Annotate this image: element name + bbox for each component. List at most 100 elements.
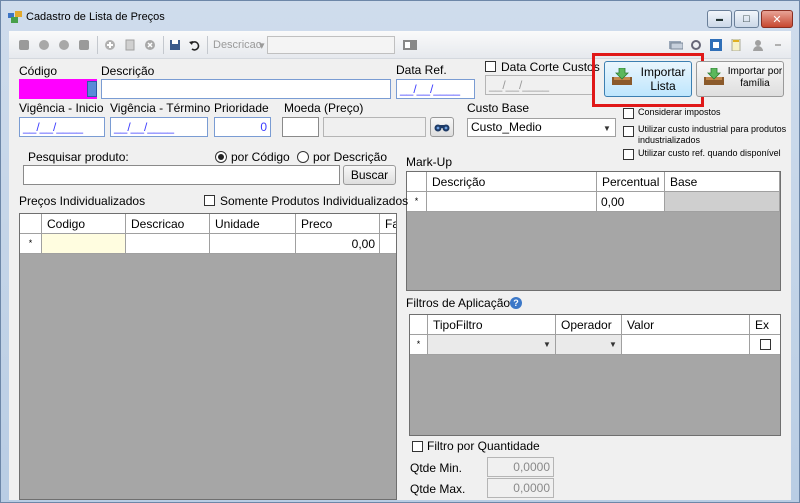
edit-icon[interactable] (123, 38, 137, 52)
search-by-codigo-label: por Código (231, 150, 290, 164)
card-icon[interactable] (669, 38, 683, 52)
row-header-corner (410, 315, 428, 335)
next-icon[interactable] (57, 38, 71, 52)
markup-col-base[interactable]: Base (665, 172, 780, 192)
chevron-down-icon: ▼ (609, 339, 617, 349)
cancel-icon[interactable] (143, 38, 157, 52)
filtros-tipofiltro-combo[interactable]: ▼ (428, 335, 556, 355)
row-header-corner (407, 172, 427, 192)
precos-cell-unidade[interactable] (210, 234, 296, 254)
importar-familia-label: Importar por família (727, 66, 783, 89)
importar-familia-button[interactable]: Importar por família (696, 61, 784, 97)
precos-cell-fa[interactable] (380, 234, 396, 254)
markup-title: Mark-Up (406, 155, 453, 169)
markup-col-percentual[interactable]: Percentual (597, 172, 665, 192)
precos-cell-descricao[interactable] (126, 234, 210, 254)
moeda-code-input[interactable] (282, 117, 319, 137)
precos-col-preco[interactable]: Preco (296, 214, 380, 234)
filtros-ex-checkbox[interactable] (760, 339, 771, 350)
user-icon[interactable] (751, 38, 765, 52)
first-icon[interactable] (17, 38, 31, 52)
toolbar-search-input[interactable] (267, 36, 395, 54)
save-icon[interactable] (168, 38, 182, 52)
moeda-search-button[interactable] (430, 117, 454, 137)
precos-cell-preco[interactable]: 0,00 (296, 234, 380, 254)
importar-lista-button[interactable]: Importar Lista (604, 61, 692, 97)
vigencia-inicio-input[interactable]: __/__/____ (19, 117, 105, 137)
markup-cell-percentual[interactable]: 0,00 (597, 192, 665, 212)
vigencia-termino-input[interactable]: __/__/____ (110, 117, 208, 137)
markup-cell-base[interactable] (665, 192, 780, 212)
undo-icon[interactable] (187, 38, 201, 52)
precos-grid-header: Codigo Descricao Unidade Preco Fa (20, 214, 396, 234)
import-icon (704, 68, 724, 85)
precos-col-fa[interactable]: Fa (380, 214, 396, 234)
close-button[interactable]: ✕ (761, 10, 793, 28)
filtros-cell-ex[interactable] (750, 335, 780, 355)
app-window: Cadastro de Lista de Preços ▬ □ ✕ Descri… (0, 0, 800, 503)
custo-industrial-checkbox[interactable] (623, 126, 634, 137)
new-row-marker: * (20, 234, 42, 254)
filtros-new-row[interactable]: * ▼ ▼ (410, 335, 780, 355)
refresh-icon[interactable] (709, 38, 723, 52)
row-header-corner (20, 214, 42, 234)
buscar-button[interactable]: Buscar (343, 165, 396, 185)
markup-cell-descricao[interactable] (427, 192, 597, 212)
descricao-input[interactable] (101, 79, 391, 99)
filtro-quantidade-checkbox[interactable] (412, 441, 423, 452)
help-icon[interactable]: ? (510, 297, 522, 309)
search-field-label: Descricao (213, 39, 262, 51)
toolbar-separator (97, 36, 98, 54)
filtros-operador-combo[interactable]: ▼ (556, 335, 622, 355)
toolbar-separator (207, 36, 208, 54)
precos-col-unidade[interactable]: Unidade (210, 214, 296, 234)
vigencia-inicio-label: Vigência - Inicio (19, 101, 104, 115)
custo-ref-checkbox[interactable] (623, 149, 634, 160)
precos-col-codigo[interactable]: Codigo (42, 214, 126, 234)
pesquisar-produto-input[interactable] (23, 165, 340, 185)
codigo-lookup-button[interactable] (87, 81, 97, 97)
considerar-impostos-checkbox[interactable] (623, 108, 634, 119)
data-ref-label: Data Ref. (396, 63, 447, 77)
qtde-min-input[interactable]: 0,0000 (487, 457, 554, 477)
filtros-grid: TipoFiltro Operador Valor Ex * ▼ ▼ (409, 314, 781, 436)
precos-new-row[interactable]: * 0,00 (20, 234, 396, 254)
filtros-cell-valor[interactable] (622, 335, 750, 355)
report-icon[interactable] (729, 38, 743, 52)
filtros-col-ex[interactable]: Ex (750, 315, 780, 335)
codigo-input[interactable] (19, 79, 97, 99)
considerar-impostos-label: Considerar impostos (638, 107, 721, 117)
filtros-col-operador[interactable]: Operador (556, 315, 622, 335)
filtros-col-tipofiltro[interactable]: TipoFiltro (428, 315, 556, 335)
new-row-marker: * (410, 335, 428, 355)
maximize-button[interactable]: □ (734, 10, 759, 28)
filtros-col-valor[interactable]: Valor (622, 315, 750, 335)
filtros-grid-header: TipoFiltro Operador Valor Ex (410, 315, 780, 335)
data-corte-input[interactable]: __/__/____ (485, 75, 595, 95)
add-icon[interactable] (103, 38, 117, 52)
prev-icon[interactable] (37, 38, 51, 52)
precos-col-descricao[interactable]: Descricao (126, 214, 210, 234)
filter-icon[interactable] (403, 38, 417, 52)
data-corte-label: Data Corte Custos (501, 60, 600, 74)
search-by-codigo-radio[interactable] (215, 151, 227, 163)
qtde-max-input[interactable]: 0,0000 (487, 478, 554, 498)
somente-individualizados-checkbox[interactable] (204, 195, 215, 206)
custo-base-value: Custo_Medio (471, 120, 542, 134)
prioridade-input[interactable]: 0 (214, 117, 271, 137)
last-icon[interactable] (77, 38, 91, 52)
data-corte-checkbox[interactable] (485, 61, 496, 72)
custo-base-select[interactable]: Custo_Medio ▼ (467, 118, 616, 137)
settings-icon[interactable] (689, 38, 703, 52)
ellipsis-icon[interactable] (771, 38, 785, 52)
codigo-label: Código (19, 64, 58, 78)
markup-col-descricao[interactable]: Descrição (427, 172, 597, 192)
custo-base-label: Custo Base (467, 101, 530, 115)
data-ref-input[interactable]: __/__/____ (396, 79, 475, 99)
form-client-area: Descricao ▾ Código Descrição Data Ref. D… (9, 31, 791, 500)
minimize-button[interactable]: ▬ (707, 10, 732, 28)
markup-new-row[interactable]: * 0,00 (407, 192, 780, 212)
precos-cell-codigo[interactable] (42, 234, 126, 254)
search-field-dropdown-icon[interactable]: ▾ (259, 39, 265, 52)
search-by-descricao-radio[interactable] (297, 151, 309, 163)
